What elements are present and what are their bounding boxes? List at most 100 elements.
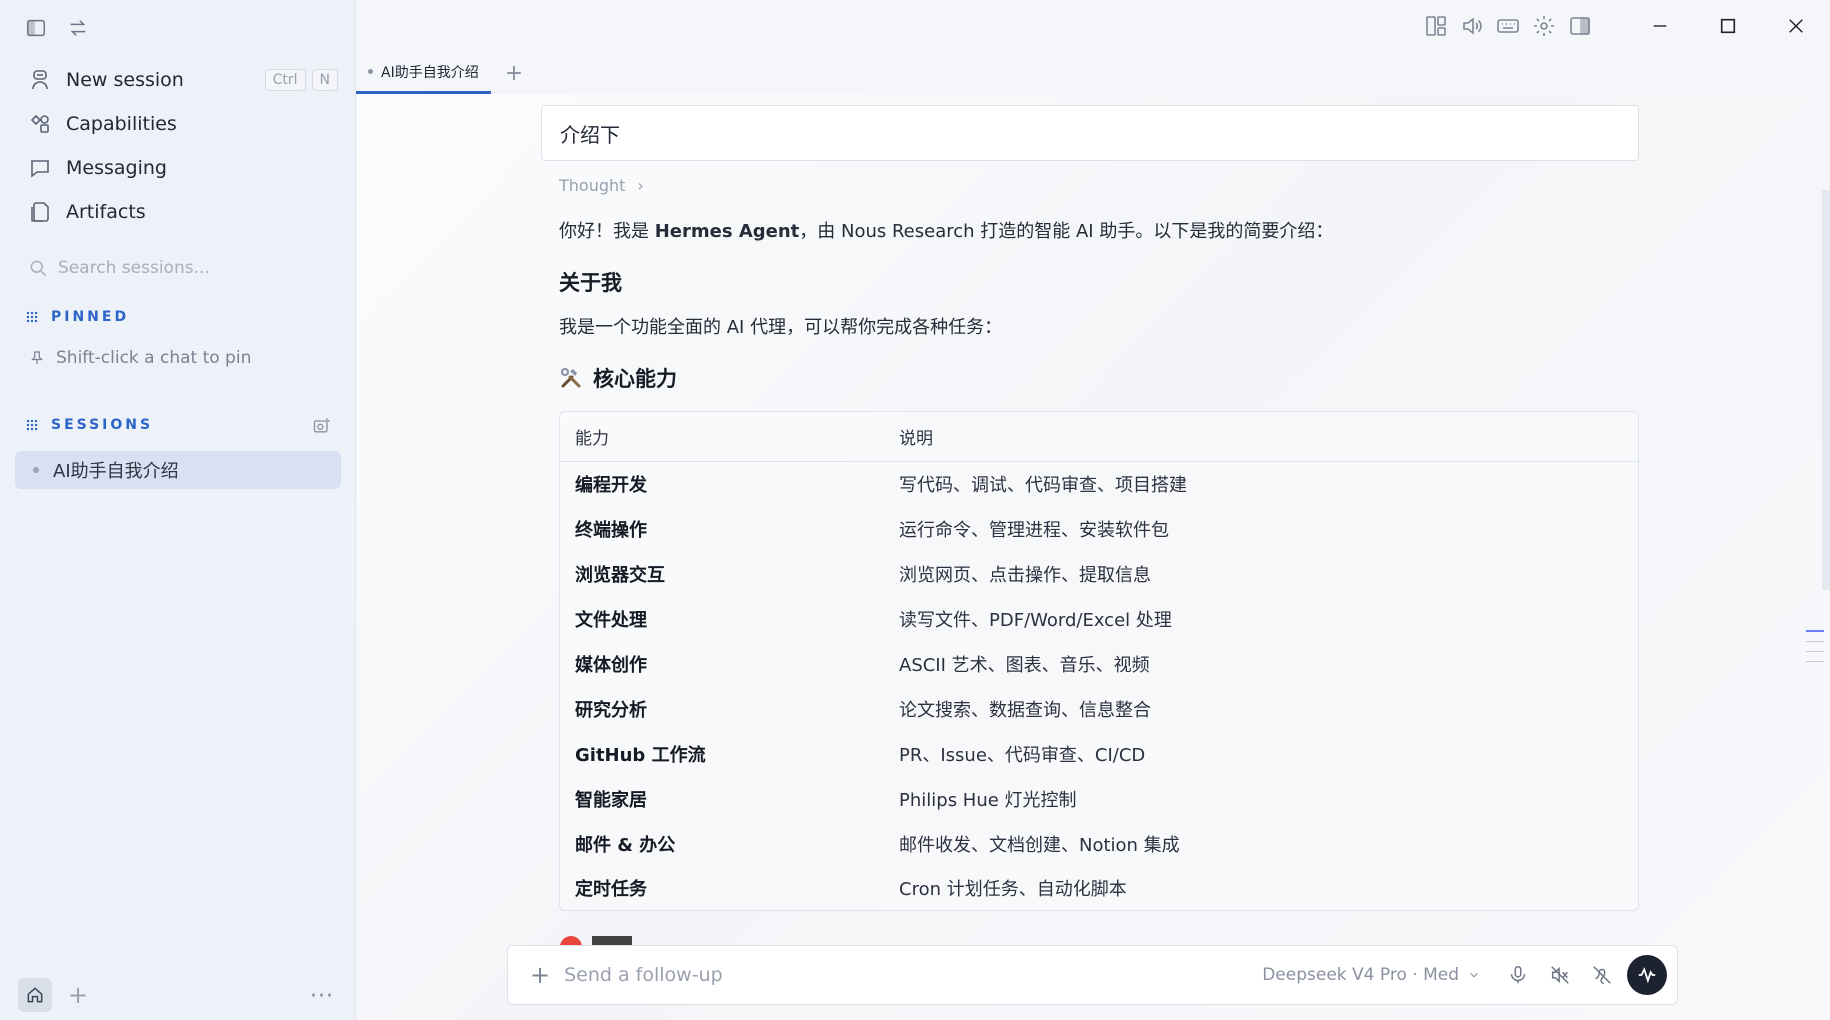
thought-label: Thought bbox=[559, 176, 626, 195]
tab-bar: AI助手自我介绍 + bbox=[356, 52, 523, 94]
hands-free-off-icon[interactable] bbox=[1591, 964, 1613, 986]
capability-description: ASCII 艺术、图表、音乐、视频 bbox=[899, 655, 1150, 676]
capability-name: 智能家居 bbox=[575, 789, 647, 811]
microphone-icon[interactable] bbox=[1507, 964, 1529, 986]
table-row: 定时任务 Cron 计划任务、自动化脚本 bbox=[560, 866, 1638, 911]
capability-description: Cron 计划任务、自动化脚本 bbox=[899, 879, 1127, 901]
composer: + Send a follow-up Deepseek V4 Pro · Med bbox=[507, 945, 1678, 1005]
capability-description: 写代码、调试、代码审查、项目搭建 bbox=[899, 475, 1187, 497]
switch-icon[interactable] bbox=[64, 14, 92, 42]
maximize-button[interactable] bbox=[1694, 10, 1762, 42]
session-item[interactable]: AI助手自我介绍 bbox=[15, 451, 341, 489]
core-heading: 核心能力 bbox=[559, 363, 1639, 393]
pinned-grid-icon bbox=[26, 310, 39, 324]
tab-label: AI助手自我介绍 bbox=[381, 64, 479, 81]
table-row: 邮件 & 办公 邮件收发、文档创建、Notion 集成 bbox=[560, 821, 1638, 866]
capability-description: 读写文件、PDF/Word/Excel 处理 bbox=[899, 610, 1172, 632]
minimize-icon bbox=[1653, 25, 1667, 27]
scroll-minimap[interactable] bbox=[1806, 630, 1824, 662]
sidebar-nav: New session Ctrl N Capabilities Messagin… bbox=[16, 58, 340, 234]
volume-icon[interactable] bbox=[1460, 14, 1484, 38]
right-panel-icon[interactable] bbox=[1568, 14, 1592, 38]
capability-description: 邮件收发、文档创建、Notion 集成 bbox=[899, 834, 1180, 856]
sidebar: New session Ctrl N Capabilities Messagin… bbox=[0, 0, 356, 1020]
toggle-sidebar-icon[interactable] bbox=[22, 14, 50, 42]
add-workspace-icon[interactable]: + bbox=[68, 983, 88, 1007]
close-button[interactable] bbox=[1762, 10, 1830, 42]
shortcut-hint: Ctrl N bbox=[264, 69, 338, 91]
capability-description: 论文搜索、数据查询、信息整合 bbox=[899, 699, 1151, 721]
pin-hint-text: Shift-click a chat to pin bbox=[56, 348, 252, 368]
capability-description: 运行命令、管理进程、安装软件包 bbox=[899, 520, 1169, 542]
capability-name: 浏览器交互 bbox=[575, 565, 665, 587]
hammer-wrench-icon bbox=[560, 367, 581, 388]
new-tab-icon[interactable]: + bbox=[505, 61, 523, 86]
sessions-header: SESSIONS bbox=[26, 417, 153, 433]
tab-active-session[interactable]: AI助手自我介绍 bbox=[356, 52, 491, 94]
artifacts-icon bbox=[31, 202, 49, 222]
capabilities-table: 能力 说明 编程开发 写代码、调试、代码审查、项目搭建终端操作 运行命令、管理进程、… bbox=[559, 411, 1639, 911]
message-input[interactable]: Send a follow-up bbox=[564, 964, 723, 986]
thought-toggle[interactable]: Thought › bbox=[559, 176, 644, 195]
scrollbar[interactable] bbox=[1822, 190, 1830, 590]
voice-send-button[interactable] bbox=[1627, 955, 1667, 995]
about-heading: 关于我 bbox=[559, 267, 1639, 297]
sessions-action-icon[interactable] bbox=[312, 416, 332, 440]
capability-name: 编程开发 bbox=[575, 475, 647, 497]
artifacts-nav-item[interactable]: Artifacts bbox=[16, 190, 340, 234]
table-body: 编程开发 写代码、调试、代码审查、项目搭建 终端操作 运行命令、管理进程、安装软件包浏… bbox=[560, 462, 1638, 911]
table-row: 文件处理 读写文件、PDF/Word/Excel 处理 bbox=[560, 597, 1638, 642]
new-session-label: New session bbox=[66, 69, 184, 91]
keyboard-icon[interactable] bbox=[1496, 14, 1520, 38]
capability-name: 研究分析 bbox=[575, 699, 647, 721]
about-heading-text: 关于我 bbox=[559, 271, 622, 295]
layout-icon[interactable] bbox=[1424, 14, 1448, 38]
session-search[interactable]: Search sessions... bbox=[28, 258, 210, 278]
intro-paragraph: 你好！我是 Hermes Agent，由 Nous Research 打造的智能… bbox=[559, 218, 1639, 246]
table-row: GitHub 工作流 PR、Issue、代码审查、CI/CD bbox=[560, 731, 1638, 776]
shortcut-key-ctrl: Ctrl bbox=[264, 69, 306, 91]
gear-icon[interactable] bbox=[1532, 14, 1556, 38]
more-options-icon[interactable]: ··· bbox=[310, 984, 334, 1009]
search-input[interactable]: Search sessions... bbox=[58, 258, 210, 278]
capability-name: GitHub 工作流 bbox=[575, 744, 706, 766]
capability-name: 定时任务 bbox=[575, 879, 647, 901]
capabilities-nav-item[interactable]: Capabilities bbox=[16, 102, 340, 146]
capability-description: Philips Hue 灯光控制 bbox=[899, 789, 1077, 811]
table-row: 浏览器交互 浏览网页、点击操作、提取信息 bbox=[560, 552, 1638, 597]
table-header-capability: 能力 bbox=[575, 429, 609, 449]
capability-name: 文件处理 bbox=[575, 610, 647, 632]
capability-name: 终端操作 bbox=[575, 520, 647, 542]
sessions-grid-icon bbox=[26, 418, 39, 432]
capability-description: PR、Issue、代码审查、CI/CD bbox=[899, 744, 1146, 766]
home-icon bbox=[27, 987, 43, 1003]
pinned-label: PINNED bbox=[51, 309, 130, 325]
table-row: 编程开发 写代码、调试、代码审查、项目搭建 bbox=[560, 462, 1638, 507]
new-session-button[interactable]: New session Ctrl N bbox=[16, 58, 340, 102]
capability-description: 浏览网页、点击操作、提取信息 bbox=[899, 565, 1151, 587]
messaging-icon bbox=[31, 160, 49, 178]
chevron-down-icon bbox=[1470, 972, 1478, 978]
search-icon bbox=[30, 260, 47, 277]
composer-tools bbox=[1507, 964, 1613, 986]
model-selector[interactable]: Deepseek V4 Pro · Med bbox=[1262, 965, 1481, 985]
pinned-header: PINNED bbox=[26, 309, 129, 325]
table-row: 媒体创作 ASCII 艺术、图表、音乐、视频 bbox=[560, 642, 1638, 687]
table-header-description: 说明 bbox=[899, 429, 933, 449]
close-icon bbox=[1789, 19, 1803, 33]
voice-off-icon[interactable] bbox=[1549, 964, 1571, 986]
messaging-nav-item[interactable]: Messaging bbox=[16, 146, 340, 190]
intro-pre: 你好！我是 bbox=[559, 221, 655, 242]
intro-agent-name: Hermes Agent bbox=[654, 221, 800, 242]
app-window: New session Ctrl N Capabilities Messagin… bbox=[0, 0, 1830, 1020]
table-row: 智能家居 Philips Hue 灯光控制 bbox=[560, 776, 1638, 821]
waveform-icon bbox=[1638, 967, 1656, 984]
capability-name: 媒体创作 bbox=[575, 655, 647, 676]
model-label: Deepseek V4 Pro · Med bbox=[1262, 965, 1459, 985]
pin-icon bbox=[31, 351, 43, 364]
intro-post: ，由 Nous Research 打造的智能 AI 助手。以下是我的简要介绍： bbox=[799, 221, 1334, 242]
home-button[interactable] bbox=[18, 978, 52, 1012]
artifacts-label: Artifacts bbox=[66, 201, 146, 223]
minimize-button[interactable] bbox=[1626, 10, 1694, 42]
attach-icon[interactable]: + bbox=[530, 961, 550, 989]
